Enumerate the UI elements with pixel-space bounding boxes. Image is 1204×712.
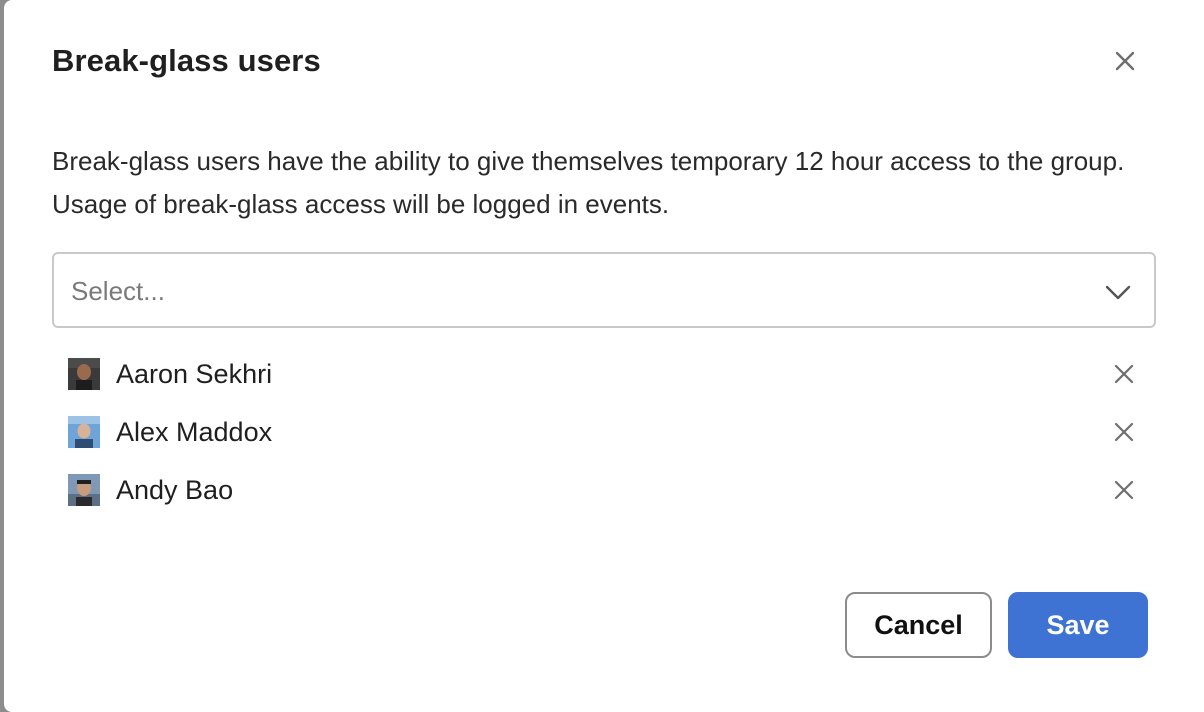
user-name: Aaron Sekhri (116, 359, 273, 389)
avatar (68, 358, 100, 390)
user-name: Alex Maddox (116, 417, 273, 447)
user-row: Alex Maddox (52, 403, 1156, 461)
close-icon (1114, 422, 1134, 442)
user-row: Aaron Sekhri (52, 345, 1156, 403)
close-icon (1114, 364, 1134, 384)
remove-user-button[interactable] (1110, 360, 1138, 388)
cancel-button[interactable]: Cancel (845, 592, 992, 658)
chevron-down-icon (1105, 285, 1131, 300)
user-name: Andy Bao (116, 475, 234, 505)
close-dialog-button[interactable] (1108, 44, 1142, 78)
avatar (68, 416, 100, 448)
select-placeholder: Select... (71, 276, 165, 306)
remove-user-button[interactable] (1110, 418, 1138, 446)
save-button[interactable]: Save (1008, 592, 1148, 658)
close-icon (1115, 51, 1135, 71)
user-select-dropdown[interactable]: Select... (52, 252, 1156, 328)
dialog-description: Break-glass users have the ability to gi… (52, 146, 1125, 219)
close-icon (1114, 480, 1134, 500)
break-glass-users-dialog: Break-glass users Break-glass users have… (4, 0, 1204, 712)
dialog-title: Break-glass users (52, 43, 321, 78)
user-row: Andy Bao (52, 461, 1156, 519)
selected-users-list: Aaron Sekhri Alex Maddox Andy Bao (52, 345, 1156, 519)
avatar (68, 474, 100, 506)
remove-user-button[interactable] (1110, 476, 1138, 504)
